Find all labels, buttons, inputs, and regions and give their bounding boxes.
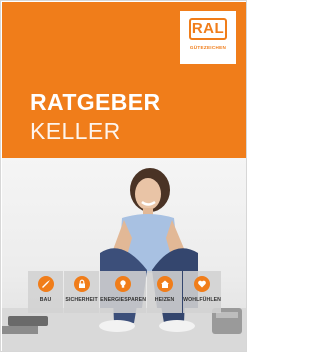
heart-icon bbox=[194, 276, 211, 292]
topic-icon-strip: BAU SICHERHEIT ENERGIESPAREN HEIZEN WOHL… bbox=[28, 271, 222, 313]
topic-sicherheit: SICHERHEIT bbox=[64, 271, 100, 313]
topic-label: WOHLFÜHLEN bbox=[183, 297, 222, 303]
topic-label: BAU bbox=[39, 297, 52, 303]
lightbulb-icon bbox=[115, 276, 132, 292]
title-line-2: KELLER bbox=[30, 118, 121, 144]
topic-label: SICHERHEIT bbox=[65, 297, 98, 303]
lock-icon bbox=[73, 276, 90, 292]
topic-energiesparen: ENERGIESPAREN bbox=[100, 271, 147, 313]
topic-wohlfuehlen: WOHLFÜHLEN bbox=[183, 271, 222, 313]
topic-heizen: HEIZEN bbox=[147, 271, 183, 313]
ral-logo-subtext: GÜTEZEICHEN bbox=[189, 45, 227, 50]
trowel-icon bbox=[37, 276, 54, 292]
ral-logo: RAL GÜTEZEICHEN bbox=[180, 11, 236, 64]
topic-label: HEIZEN bbox=[154, 297, 175, 303]
brochure-cover: RAL GÜTEZEICHEN RATGEBER KELLER BAU SICH… bbox=[0, 0, 247, 352]
house-icon bbox=[156, 276, 173, 292]
ral-logo-mark: RAL bbox=[189, 18, 227, 40]
orange-header: RAL GÜTEZEICHEN RATGEBER KELLER bbox=[2, 2, 246, 158]
cover-photo bbox=[2, 158, 246, 351]
woman-sitting-illustration bbox=[2, 168, 246, 351]
topic-bau: BAU bbox=[28, 271, 64, 313]
topic-label: ENERGIESPAREN bbox=[100, 297, 147, 303]
title-line-1: RATGEBER bbox=[30, 89, 161, 115]
